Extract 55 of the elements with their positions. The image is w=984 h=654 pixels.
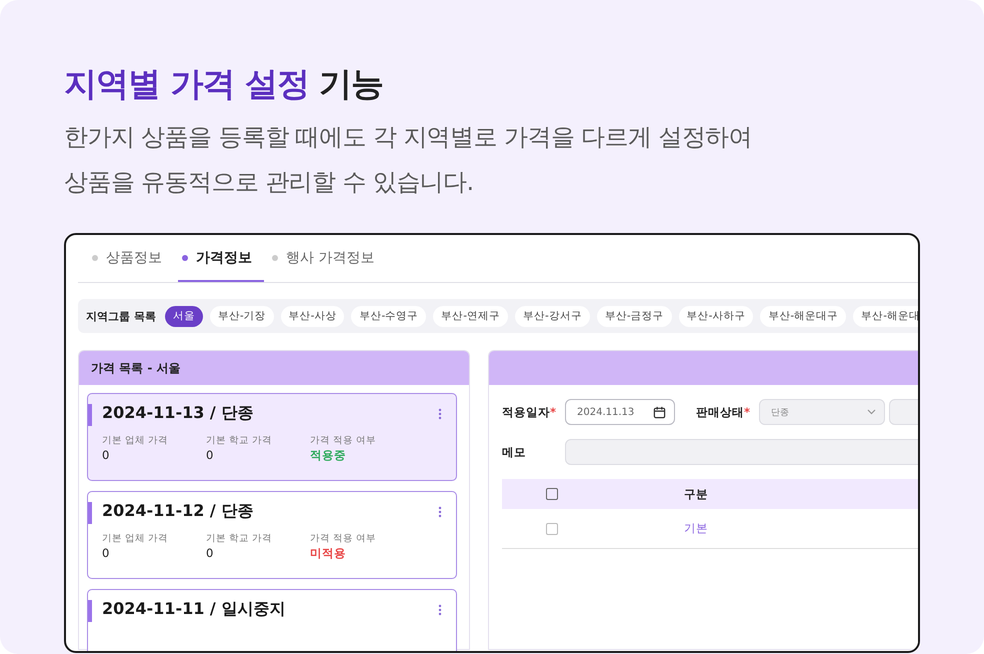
card-title: 2024-11-12 / 단종: [102, 501, 254, 522]
field-value: 0: [102, 546, 110, 560]
field-label: 기본 업체 가격: [102, 532, 170, 545]
region-chip[interactable]: 부산-수영구: [351, 306, 426, 326]
field-value: 0: [102, 448, 110, 462]
field-value: 0: [206, 448, 214, 462]
more-icon[interactable]: [438, 408, 442, 420]
more-icon[interactable]: [438, 506, 442, 518]
panel-title: 가격 목록 - 서울: [91, 360, 181, 376]
price-card[interactable]: 2024-11-11 / 일시중지: [87, 589, 457, 651]
price-card[interactable]: 2024-11-13 / 단종 기본 업체 가격 0 기본 학교 가격 0 가격 적용 여부 적용중: [87, 393, 457, 481]
more-icon[interactable]: [438, 604, 442, 616]
tab[interactable]: 가격정보: [178, 235, 264, 282]
calendar-icon: [653, 406, 666, 418]
dot-icon: [272, 254, 278, 260]
heading-highlight: 지역별 가격 설정: [64, 63, 309, 105]
region-chip[interactable]: 부산-강서구: [515, 306, 590, 326]
tab[interactable]: 상품정보: [88, 235, 174, 282]
field-value: 적용중: [310, 448, 347, 463]
card-title: 2024-11-13 / 단종: [102, 403, 254, 424]
tab[interactable]: 행사 가격정보: [268, 235, 386, 282]
field-label: 기본 업체 가격: [102, 434, 170, 447]
region-chip[interactable]: 부산-금정구: [596, 306, 672, 326]
field-value: 미적용: [310, 546, 347, 561]
field-label: 적용일자*: [502, 404, 558, 420]
chevron-down-icon: [867, 409, 876, 415]
checkbox[interactable]: [546, 488, 558, 500]
checkbox[interactable]: [546, 522, 558, 534]
region-chip[interactable]: 부산-기장: [210, 306, 274, 326]
table-cell: 기본: [684, 521, 708, 536]
price-card[interactable]: 2024-11-12 / 단종 기본 업체 가격 0 기본 학교 가격 0 가격 적용 여부 미적용: [87, 491, 457, 579]
description-line: 상품을 유동적으로 관리할 수 있습니다.: [64, 167, 475, 198]
field-label: 기본 학교 가격: [206, 532, 274, 545]
card-accent: [88, 502, 92, 524]
date-field[interactable]: 2024.11.13: [565, 399, 675, 425]
field-label: 가격 적용 여부: [310, 532, 378, 545]
region-chip[interactable]: 부산-해운대구: [760, 306, 846, 326]
column-header: 구분: [684, 486, 708, 502]
field-label: 가격 적용 여부: [310, 434, 378, 447]
card-accent: [88, 600, 92, 622]
dot-icon: [182, 254, 188, 260]
description-line: 한가지 상품을 등록할 때에도 각 지역별로 가격을 다르게 설정하여: [64, 122, 754, 153]
card-title: 2024-11-11 / 일시중지: [102, 599, 286, 620]
region-chip[interactable]: 부산-사하구: [678, 306, 754, 326]
dot-icon: [92, 254, 98, 260]
region-chip[interactable]: 부산-사상: [280, 306, 344, 326]
field-label: 메모: [502, 444, 527, 460]
field-label: 기본 학교 가격: [206, 434, 274, 447]
field-label: 판매상태*: [696, 404, 752, 420]
region-chip[interactable]: 부산-연제구: [433, 306, 508, 326]
card-accent: [88, 404, 92, 426]
heading-text: 기능: [318, 63, 383, 105]
field-value: 0: [206, 546, 214, 560]
region-group-label: 지역그룹 목록: [86, 308, 156, 324]
region-chip[interactable]: 서울: [164, 306, 203, 326]
